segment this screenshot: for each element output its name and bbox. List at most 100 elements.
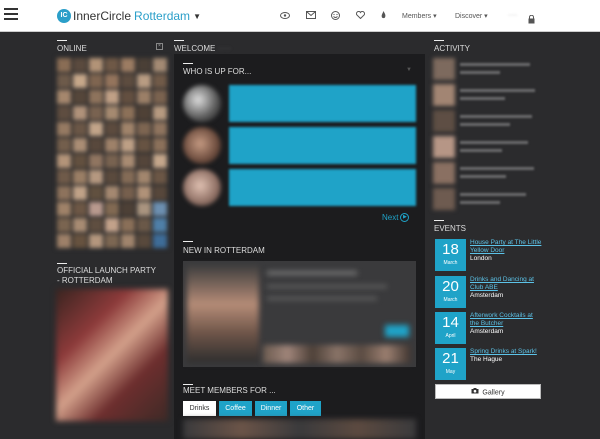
activity-text <box>460 193 526 196</box>
filter-coffee-button[interactable]: Coffee <box>219 401 252 416</box>
eye-icon[interactable] <box>280 11 290 21</box>
activity-text <box>460 123 510 126</box>
welcome-title: Welcome ····· <box>174 44 231 53</box>
brand-name: InnerCircle <box>73 9 132 23</box>
brand-logo[interactable]: IC InnerCircle Rotterdam ▼ <box>57 9 201 23</box>
event-date-badge: 14 April <box>435 312 466 344</box>
activity-text <box>460 63 530 66</box>
event-item[interactable]: 14 April Afterwork Cocktails at the Butc… <box>435 312 543 344</box>
discover-menu[interactable]: Discover ▾ <box>455 12 488 20</box>
activity-text <box>460 201 500 204</box>
who-is-up-card <box>229 169 416 206</box>
event-title-link[interactable]: Drinks and Dancing at Club ABE <box>470 276 543 292</box>
avatar <box>433 188 455 210</box>
event-month: March <box>443 260 458 266</box>
chevron-down-icon[interactable]: ▼ <box>406 67 412 73</box>
next-label: Next <box>382 213 399 222</box>
members-menu[interactable]: Members ▾ <box>402 12 437 20</box>
event-item[interactable]: 18 March House Party at The Little Yello… <box>435 239 543 271</box>
event-city: The Hague <box>470 356 503 363</box>
city-selector[interactable]: Rotterdam <box>134 9 190 23</box>
hamburger-menu-icon[interactable] <box>4 8 18 22</box>
who-is-up-item[interactable] <box>183 85 416 122</box>
event-date-badge: 18 March <box>435 239 466 271</box>
meet-members-list[interactable] <box>183 419 416 439</box>
next-link[interactable]: Next ▶ <box>382 213 410 223</box>
meet-title-bar <box>183 384 193 385</box>
avatar <box>183 169 221 206</box>
arrow-right-icon: ▶ <box>400 213 410 223</box>
activity-text <box>460 149 502 152</box>
members-menu-label: Members <box>402 13 432 20</box>
event-date-badge: 21 May <box>435 348 466 380</box>
who-is-up-title: Who is up for... <box>183 67 252 76</box>
brand-badge-icon: IC <box>57 9 71 23</box>
event-city: London <box>470 255 492 262</box>
event-day: 14 <box>442 314 459 331</box>
events-title: Events <box>434 224 467 233</box>
event-month: April <box>445 333 456 339</box>
lock-icon[interactable] <box>528 11 535 24</box>
avatar <box>433 136 455 158</box>
top-navigation-bar: IC InnerCircle Rotterdam ▼ Members ▾ Dis… <box>0 0 600 32</box>
avatar <box>433 162 455 184</box>
who-is-up-item[interactable] <box>183 127 416 164</box>
online-title: Online <box>57 44 87 53</box>
event-title-link[interactable]: Spring Drinks at Spark! <box>470 348 543 356</box>
event-item[interactable]: 21 May Spring Drinks at Spark! The Hague <box>435 348 543 380</box>
event-title-link[interactable]: House Party at The Little Yellow Door <box>470 239 543 255</box>
event-item[interactable]: 20 March Drinks and Dancing at Club ABE … <box>435 276 543 308</box>
avatar <box>433 84 455 106</box>
activity-text <box>460 89 535 92</box>
events-title-bar <box>434 220 444 221</box>
activity-item[interactable] <box>433 136 543 158</box>
camera-icon <box>471 385 479 400</box>
discover-menu-label: Discover <box>455 13 483 20</box>
event-title-link[interactable]: Afterwork Cocktails at the Butcher <box>470 312 543 328</box>
event-day: 18 <box>442 241 459 258</box>
online-members-mosaic[interactable] <box>56 57 168 249</box>
mail-icon[interactable] <box>306 11 316 21</box>
view-profile-button <box>385 325 409 337</box>
filter-drinks-button[interactable]: Drinks <box>183 401 216 416</box>
fire-icon[interactable] <box>381 11 386 21</box>
filter-dinner-button[interactable]: Dinner <box>255 401 287 416</box>
activity-text <box>460 167 534 170</box>
new-members-thumbnails <box>263 345 411 363</box>
gallery-button[interactable]: Gallery <box>435 384 541 399</box>
smiley-icon[interactable] <box>331 11 340 22</box>
activity-text <box>460 141 528 144</box>
avatar <box>433 58 455 80</box>
activity-item[interactable] <box>433 110 543 132</box>
activity-text <box>460 115 532 118</box>
welcome-label: Welcome <box>174 44 216 53</box>
event-day: 20 <box>442 278 459 295</box>
event-month: March <box>443 297 458 303</box>
event-date-badge: 20 March <box>435 276 466 308</box>
avatar <box>183 85 221 122</box>
activity-item[interactable] <box>433 84 543 106</box>
launch-party-photo[interactable] <box>56 289 168 421</box>
new-member-text <box>267 285 387 288</box>
avatar <box>433 110 455 132</box>
activity-item[interactable] <box>433 162 543 184</box>
close-icon[interactable]: × <box>156 43 163 50</box>
heart-icon[interactable] <box>355 10 366 21</box>
event-month: May <box>445 369 456 375</box>
new-member-card[interactable] <box>183 261 416 367</box>
who-is-up-item[interactable] <box>183 169 416 206</box>
meet-title: Meet members for ... <box>183 386 276 395</box>
user-name[interactable]: ···· <box>508 12 517 19</box>
activity-text <box>460 71 500 74</box>
activity-item[interactable] <box>433 58 543 80</box>
activity-text <box>460 97 505 100</box>
event-city: Amsterdam <box>470 328 504 335</box>
event-city: Amsterdam <box>470 292 504 299</box>
activity-item[interactable] <box>433 188 543 210</box>
event-day: 21 <box>442 350 459 367</box>
chevron-down-icon[interactable]: ▼ <box>193 12 201 21</box>
filter-other-button[interactable]: Other <box>290 401 321 416</box>
who-is-up-card <box>229 127 416 164</box>
activity-title-bar <box>434 40 444 41</box>
who-is-up-title-bar <box>183 63 193 64</box>
